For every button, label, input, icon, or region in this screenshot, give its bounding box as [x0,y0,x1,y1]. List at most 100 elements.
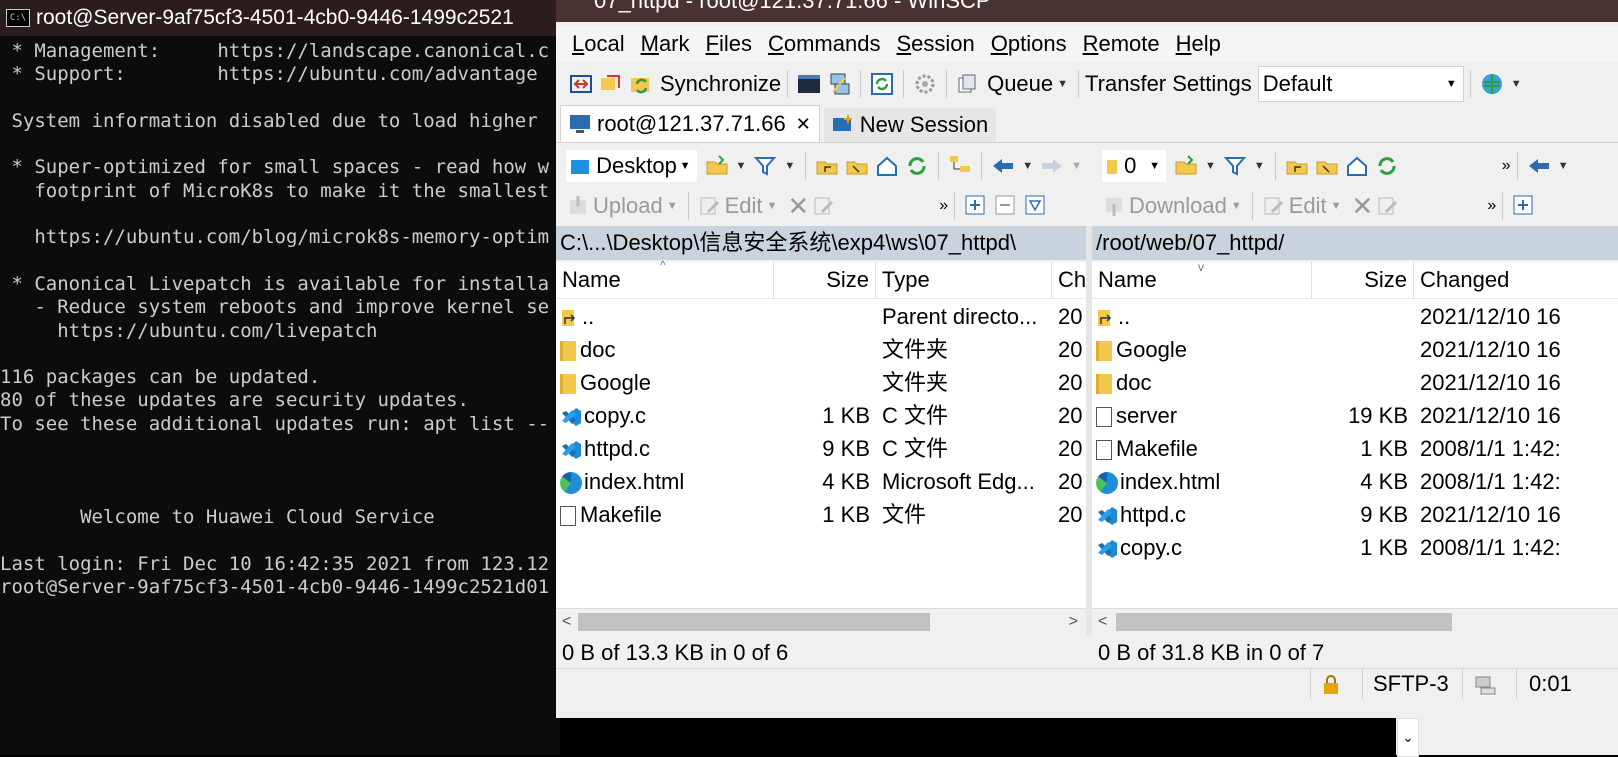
globe-dropdown-icon[interactable]: ▼ [1511,78,1522,90]
rename-icon[interactable] [812,194,836,218]
scroll-left-icon[interactable]: < [562,609,571,635]
file-row[interactable]: httpd.c 9 KB C 文件 20 [556,432,1086,465]
root-directory-icon[interactable] [845,154,869,178]
download-button[interactable]: Download [1129,193,1227,219]
edit-button[interactable]: Edit [725,193,763,219]
open-folder-dropdown-icon[interactable]: ▼ [1205,160,1216,172]
queue-dropdown-icon[interactable]: ▼ [1057,78,1068,90]
rename-icon[interactable] [1376,194,1400,218]
refresh-icon[interactable] [1375,154,1399,178]
back-arrow-icon[interactable] [991,154,1015,178]
file-row[interactable]: server 19 KB 2021/12/10 16 [1092,399,1618,432]
upload-dropdown-icon[interactable]: ▼ [667,200,678,212]
column-size[interactable]: Size [1312,262,1414,298]
console-icon[interactable] [797,72,821,96]
back-dropdown-icon[interactable]: ▼ [1022,160,1033,172]
menu-remote[interactable]: Remote [1083,31,1160,57]
tree-icon[interactable] [948,154,972,178]
filter-icon[interactable] [1223,154,1247,178]
queue-button[interactable]: Queue [987,71,1053,97]
column-changed[interactable]: Ch [1052,262,1086,298]
gear-icon[interactable] [913,72,937,96]
file-row[interactable]: index.html 4 KB 2008/1/1 1:42: [1092,465,1618,498]
remote-path-bar[interactable]: /root/web/07_httpd/ [1092,226,1618,260]
select-all-icon[interactable] [1512,194,1536,218]
tab-session[interactable]: root@121.37.71.66 ✕ [560,105,820,142]
filter-dropdown-icon[interactable]: ▼ [784,160,795,172]
home-icon[interactable] [1345,154,1369,178]
forward-arrow-icon[interactable] [1040,154,1064,178]
edit-dropdown-icon[interactable]: ▼ [767,200,778,212]
chevron-down-icon[interactable]: ⌄ [1397,718,1419,757]
file-row[interactable]: Google 文件夹 20 [556,366,1086,399]
file-row[interactable]: copy.c 1 KB C 文件 20 [556,399,1086,432]
synchronize-button[interactable]: Synchronize [660,71,781,97]
menu-session[interactable]: Session [896,31,974,57]
synchronize-icon[interactable] [629,72,653,96]
open-folder-icon[interactable] [705,154,729,178]
parent-directory-icon[interactable] [815,154,839,178]
column-changed[interactable]: Changed [1414,262,1618,298]
menu-options[interactable]: Options [991,31,1067,57]
menu-help[interactable]: Help [1176,31,1221,57]
file-row[interactable]: index.html 4 KB Microsoft Edg... 20 [556,465,1086,498]
file-row[interactable]: .. 2021/12/10 16 [1092,300,1618,333]
menu-files[interactable]: Files [706,31,752,57]
menu-mark[interactable]: Mark [641,31,690,57]
menu-local[interactable]: Local [572,31,625,57]
refresh-icon[interactable] [905,154,929,178]
select-all-icon[interactable] [964,194,988,218]
file-row[interactable]: copy.c 1 KB 2008/1/1 1:42: [1092,531,1618,564]
file-row[interactable]: Google 2021/12/10 16 [1092,333,1618,366]
terminal-window[interactable]: C:\ root@Server-9af75cf3-4501-4cb0-9446-1… [0,0,560,755]
tab-new-session[interactable]: New Session [823,108,997,142]
winscp-window[interactable]: 07_httpd - root@121.37.71.66 - WinSCP Lo… [556,0,1618,718]
local-path-bar[interactable]: C:\...\Desktop\信息安全系统\exp4\ws\07_httpd\ [556,226,1086,260]
delete-icon[interactable]: ✕ [787,191,809,222]
local-file-list[interactable]: Name Size Type Ch ^ .. Parent directo... 2… [556,258,1086,608]
terminal-output[interactable]: * Management: https://landscape.canonica… [0,40,560,599]
scroll-thumb[interactable] [1116,613,1452,631]
column-size[interactable]: Size [774,262,876,298]
refresh-panels-icon[interactable] [870,72,894,96]
upload-button[interactable]: Upload [593,193,663,219]
parent-directory-icon[interactable] [1285,154,1309,178]
open-folder-dropdown-icon[interactable]: ▼ [736,160,747,172]
transfer-settings-select[interactable]: Default ▼ [1257,66,1464,102]
back-arrow-icon[interactable] [1527,154,1551,178]
column-type[interactable]: Type [876,262,1052,298]
unselect-all-icon[interactable] [994,194,1018,218]
winscp-title-bar[interactable]: 07_httpd - root@121.37.71.66 - WinSCP [556,0,1618,22]
file-row[interactable]: doc 文件夹 20 [556,333,1086,366]
more-toolbar-icon[interactable]: » [1502,157,1511,175]
close-icon[interactable]: ✕ [796,114,811,135]
swap-panels-icon[interactable] [599,72,623,96]
local-drive-select[interactable]: Desktop ▼ [566,150,697,182]
filter-select-icon[interactable] [1024,194,1048,218]
edit-dropdown-icon[interactable]: ▼ [1331,200,1342,212]
terminal-title-bar[interactable]: C:\ root@Server-9af75cf3-4501-4cb0-9446-1… [0,0,560,36]
menu-commands[interactable]: Commands [768,31,880,57]
remote-horizontal-scrollbar[interactable]: < [1092,608,1618,635]
remote-file-list[interactable]: Name Size Changed v .. 2021/12/10 16 Googl… [1092,260,1618,608]
more-toolbar-icon[interactable]: » [939,197,948,215]
root-directory-icon[interactable] [1315,154,1339,178]
putty-icon[interactable] [827,72,851,96]
globe-icon[interactable] [1480,72,1504,96]
more-toolbar-icon[interactable]: » [1487,197,1496,215]
file-row[interactable]: httpd.c 9 KB 2021/12/10 16 [1092,498,1618,531]
scroll-right-icon[interactable]: > [1069,609,1078,635]
file-row[interactable]: .. Parent directo... 20 [556,300,1086,333]
open-folder-icon[interactable] [1174,154,1198,178]
scroll-left-icon[interactable]: < [1098,609,1107,635]
local-horizontal-scrollbar[interactable]: < > [556,608,1086,635]
queue-icon[interactable] [956,72,980,96]
filter-icon[interactable] [753,154,777,178]
download-dropdown-icon[interactable]: ▼ [1231,200,1242,212]
home-icon[interactable] [875,154,899,178]
remote-drive-select[interactable]: 0 ▼ [1102,150,1166,182]
filter-dropdown-icon[interactable]: ▼ [1254,160,1265,172]
forward-dropdown-icon[interactable]: ▼ [1071,160,1082,172]
file-row[interactable]: Makefile 1 KB 文件 20 [556,498,1086,531]
file-row[interactable]: Makefile 1 KB 2008/1/1 1:42: [1092,432,1618,465]
